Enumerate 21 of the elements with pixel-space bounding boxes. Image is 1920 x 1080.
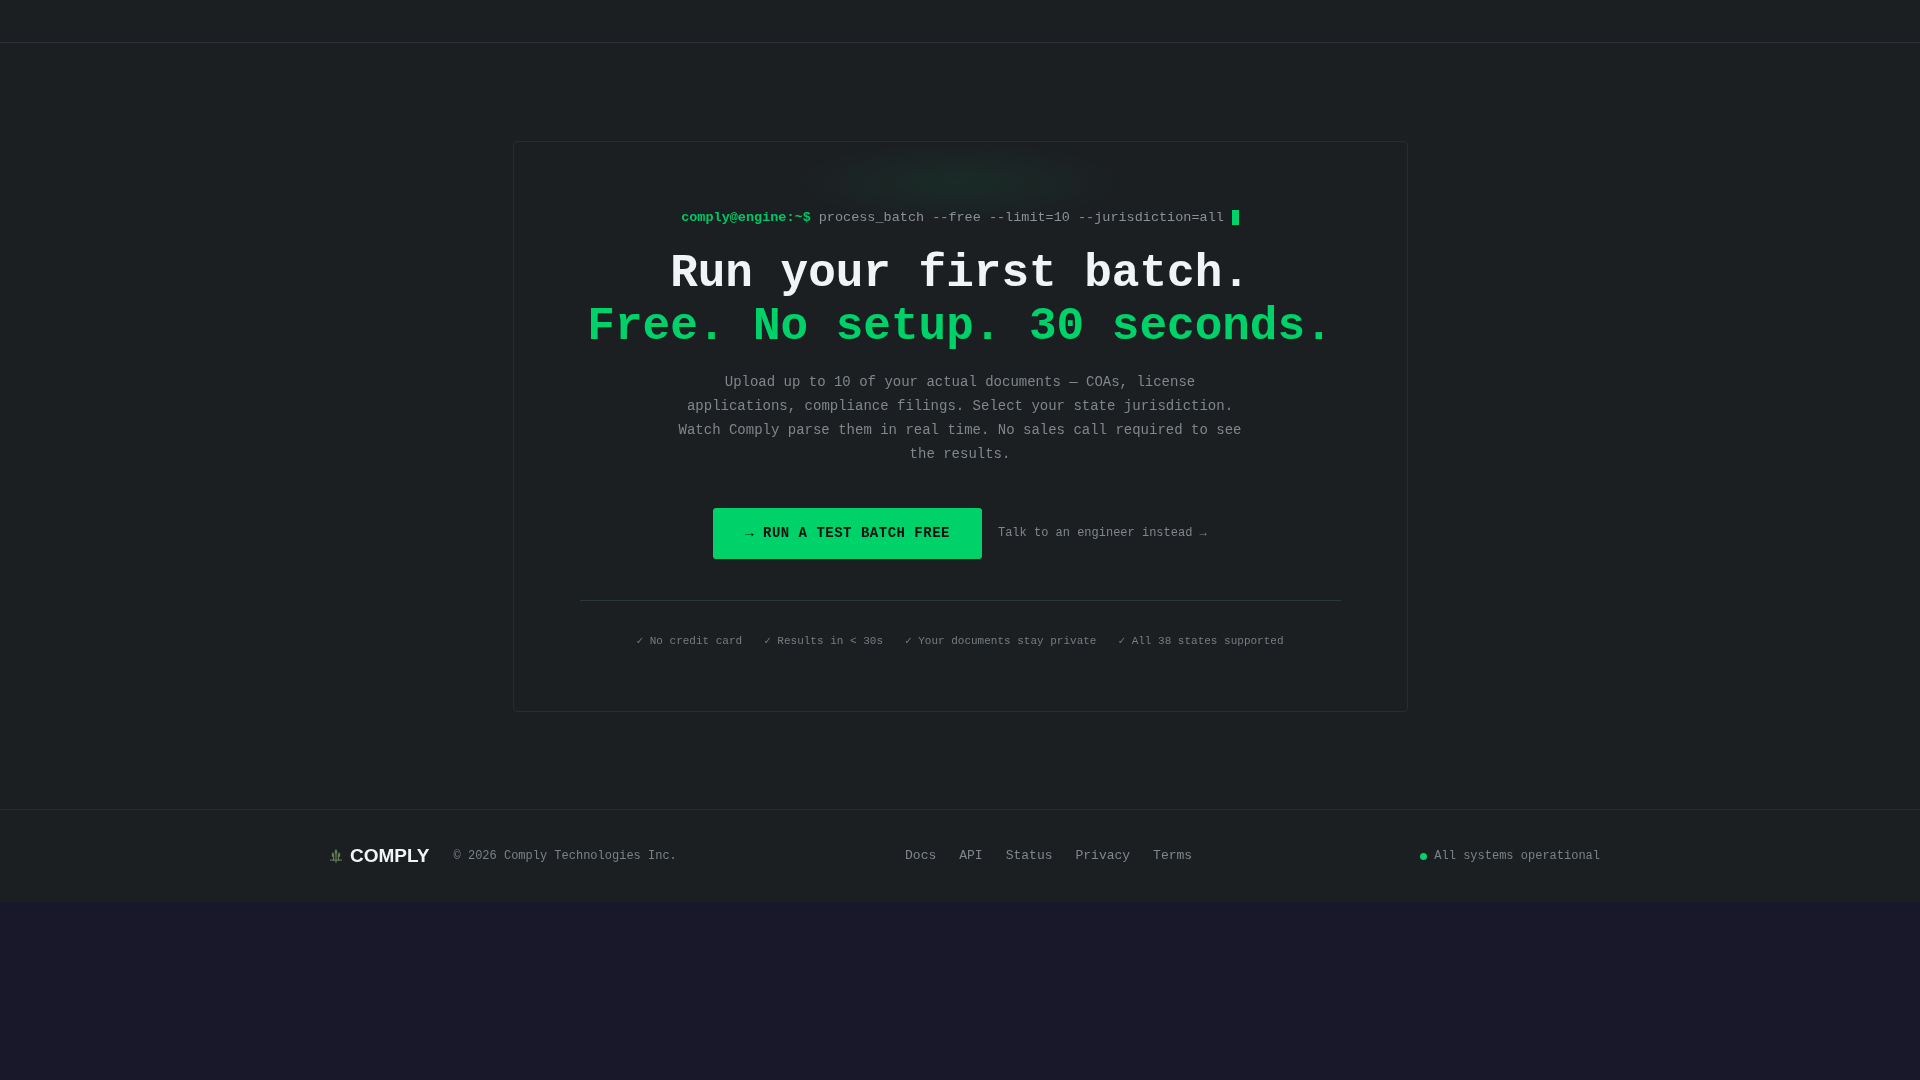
brand-name: COMPLY — [350, 843, 430, 868]
footer-link[interactable]: API — [959, 846, 983, 866]
footer-link[interactable]: Docs — [905, 846, 937, 866]
plant-icon — [330, 849, 342, 863]
benefit-item: ✓ Your documents stay private — [905, 633, 1097, 649]
engineer-link[interactable]: Talk to an engineer instead → — [997, 524, 1207, 542]
benefit-item: ✓ All 38 states supported — [1118, 633, 1284, 649]
benefit-item: ✓ No credit card — [636, 633, 743, 649]
run-batch-button[interactable]: → RUN A TEST BATCH FREE — [713, 507, 982, 559]
footer-link[interactable]: Terms — [1153, 846, 1193, 866]
cursor-icon — [1231, 210, 1239, 225]
terminal-prompt: comply@engine:~$ — [681, 208, 811, 227]
headline: Run your first batch. — [670, 247, 1250, 301]
benefit-item: ✓ Results in < 30s — [764, 633, 883, 649]
description: Upload up to 10 of your actual documents — COAs, license applications, compliance filings. Select your state jurisdiction. Watch Comply parse them in real time. No sales call required to see the results. — [677, 372, 1243, 464]
footer-link[interactable]: Status — [1005, 846, 1053, 866]
status-text: All systems operational — [1434, 848, 1600, 865]
copyright-text: © 2026 Comply Technologies Inc. — [453, 848, 677, 865]
footer-link[interactable]: Privacy — [1075, 846, 1131, 866]
headline-accent: Free. No setup. 30 seconds. — [587, 300, 1333, 354]
terminal-command: process_batch --free --limit=10 --jurisdiction=all — [818, 208, 1224, 227]
